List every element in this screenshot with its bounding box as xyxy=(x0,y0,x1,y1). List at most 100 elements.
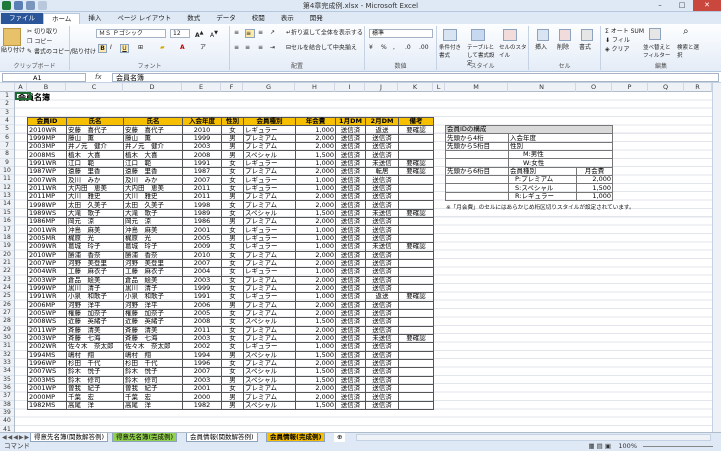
table-cell[interactable]: 要確認 xyxy=(398,333,434,344)
table-cell[interactable]: 送信済 xyxy=(335,342,366,352)
table-cell[interactable]: 1,500 xyxy=(576,183,613,193)
table-cell[interactable]: 大内田 恵美 xyxy=(123,183,183,194)
table-cell[interactable]: 1,500 xyxy=(295,400,336,411)
table-cell[interactable]: 送信済 xyxy=(335,333,366,344)
table-cell[interactable]: 黒川 清子 xyxy=(123,283,183,294)
table-cell[interactable]: プレミアム xyxy=(243,250,296,260)
column-header[interactable]: J xyxy=(365,83,398,92)
table-cell[interactable]: 女 xyxy=(221,283,244,294)
column-header[interactable]: B xyxy=(27,83,66,92)
table-cell[interactable]: 1999 xyxy=(182,133,222,144)
font-name-select[interactable]: ＭＳ Ｐゴシック xyxy=(96,29,166,38)
row-header[interactable]: 28 xyxy=(0,317,14,326)
table-cell[interactable]: 1986 xyxy=(182,217,222,227)
fill-button[interactable]: ⬇ フィル xyxy=(605,37,630,45)
table-cell[interactable]: 1,500 xyxy=(295,150,336,160)
paste-icon[interactable] xyxy=(3,28,21,46)
table-cell[interactable]: スペシャル xyxy=(243,208,296,219)
table-cell[interactable]: 井ノ元 健介 xyxy=(123,142,183,152)
table-cell[interactable]: 2007WS xyxy=(27,367,67,377)
table-cell[interactable]: 葛城 玲子 xyxy=(66,242,124,252)
table-cell[interactable] xyxy=(398,150,434,160)
row-header[interactable]: 13 xyxy=(0,192,14,201)
borders-icon[interactable]: ⊞ xyxy=(138,44,143,52)
table-cell[interactable]: M:男性 xyxy=(508,150,613,160)
table-cell[interactable]: 高尾 洋 xyxy=(123,400,183,411)
table-cell[interactable]: 送信済 xyxy=(365,375,399,386)
table-cell[interactable]: 2003 xyxy=(182,333,222,344)
table-cell[interactable]: 送信済 xyxy=(365,350,399,360)
table-cell[interactable]: 送信済 xyxy=(365,225,399,235)
table-cell[interactable]: 送信済 xyxy=(335,167,366,177)
delete-cells-icon[interactable] xyxy=(559,29,571,41)
table-cell[interactable]: 送信済 xyxy=(335,233,366,244)
table-cell[interactable]: 送信済 xyxy=(335,367,366,377)
table-cell[interactable] xyxy=(445,183,509,193)
table-cell[interactable]: スペシャル xyxy=(243,317,296,327)
table-cell[interactable]: 送信済 xyxy=(335,242,366,252)
table-cell[interactable]: 男 xyxy=(221,133,244,144)
table-cell[interactable]: 1,000 xyxy=(295,175,336,185)
table-cell[interactable]: 遠藤 里香 xyxy=(123,167,183,177)
table-cell[interactable]: 遠藤 里香 xyxy=(66,167,124,177)
fx-icon[interactable]: fx xyxy=(95,73,102,81)
table-cell[interactable]: プレミアム xyxy=(243,217,296,227)
italic-icon[interactable]: I xyxy=(110,44,112,52)
table-cell[interactable]: 杉田 千代 xyxy=(66,358,124,369)
table-cell[interactable]: 要確認 xyxy=(398,158,434,169)
table-cell[interactable]: 安藤 喜代子 xyxy=(123,125,183,135)
table-cell[interactable] xyxy=(398,217,434,227)
column-header[interactable]: H xyxy=(295,83,335,92)
header-name-2[interactable]: 氏名 xyxy=(123,116,183,127)
column-header[interactable]: C xyxy=(66,83,123,92)
table-cell[interactable] xyxy=(398,267,434,277)
table-cell[interactable]: 2006 xyxy=(182,300,222,310)
table-cell[interactable]: 女 xyxy=(221,225,244,235)
table-cell[interactable]: 1,500 xyxy=(295,375,336,386)
table-cell[interactable]: 2003 xyxy=(182,375,222,386)
table-cell[interactable]: 女 xyxy=(221,333,244,344)
table-cell[interactable]: レギュラー xyxy=(243,342,296,352)
fill-color-icon[interactable]: ▰ xyxy=(160,44,165,52)
table-cell[interactable]: 江口 範 xyxy=(123,158,183,169)
table-cell[interactable]: 女 xyxy=(221,358,244,369)
table-cell[interactable]: スペシャル xyxy=(243,375,296,386)
row-header[interactable]: 30 xyxy=(0,334,14,343)
table-cell[interactable]: 送信済 xyxy=(365,392,399,402)
table-cell[interactable]: 2010WR xyxy=(27,125,67,135)
table-cell[interactable]: 1,500 xyxy=(295,317,336,327)
table-cell[interactable]: 女 xyxy=(221,200,244,210)
zoom-level[interactable]: 100% xyxy=(618,442,637,451)
table-cell[interactable]: 送信済 xyxy=(335,283,366,294)
table-cell[interactable]: 女 xyxy=(221,367,244,377)
table-cell[interactable]: 河野 洋平 xyxy=(123,300,183,310)
table-cell[interactable]: 大内田 恵美 xyxy=(66,183,124,194)
table-cell[interactable]: 大川 雅史 xyxy=(66,192,124,202)
table-cell[interactable]: 2008 xyxy=(182,317,222,327)
table-cell[interactable]: 1987WP xyxy=(27,167,67,177)
row-header[interactable]: 38 xyxy=(0,401,14,410)
sort-filter-icon[interactable] xyxy=(649,28,661,40)
indent-icon[interactable]: ⇥ xyxy=(270,44,275,52)
table-cell[interactable]: 梶原 光 xyxy=(123,233,183,244)
row-header[interactable]: 3 xyxy=(0,109,14,118)
table-cell[interactable] xyxy=(398,175,434,185)
font-shrink-icon[interactable]: A▼ xyxy=(210,29,218,40)
table-cell[interactable]: プレミアム xyxy=(243,392,296,402)
row-header[interactable]: 14 xyxy=(0,200,14,209)
table-cell[interactable]: 倉品 絵美 xyxy=(66,275,124,285)
table-cell[interactable]: 男 xyxy=(221,192,244,202)
table-cell[interactable]: 1989WS xyxy=(27,208,67,219)
orientation-icon[interactable]: ↗ xyxy=(270,29,275,37)
table-cell[interactable] xyxy=(398,342,434,352)
insert-sheet-icon[interactable]: ⊕ xyxy=(334,433,346,442)
row-header[interactable]: 6 xyxy=(0,134,14,143)
row-header[interactable]: 29 xyxy=(0,326,14,334)
table-cell[interactable]: 2007 xyxy=(182,367,222,377)
table-cell[interactable]: 送信済 xyxy=(335,383,366,394)
table-cell[interactable]: 1,000 xyxy=(295,125,336,135)
column-header[interactable]: F xyxy=(221,83,243,92)
table-cell[interactable]: 未送信 xyxy=(365,158,399,169)
table-cell[interactable]: 未送信 xyxy=(365,242,399,252)
table-cell[interactable]: 送信済 xyxy=(365,367,399,377)
